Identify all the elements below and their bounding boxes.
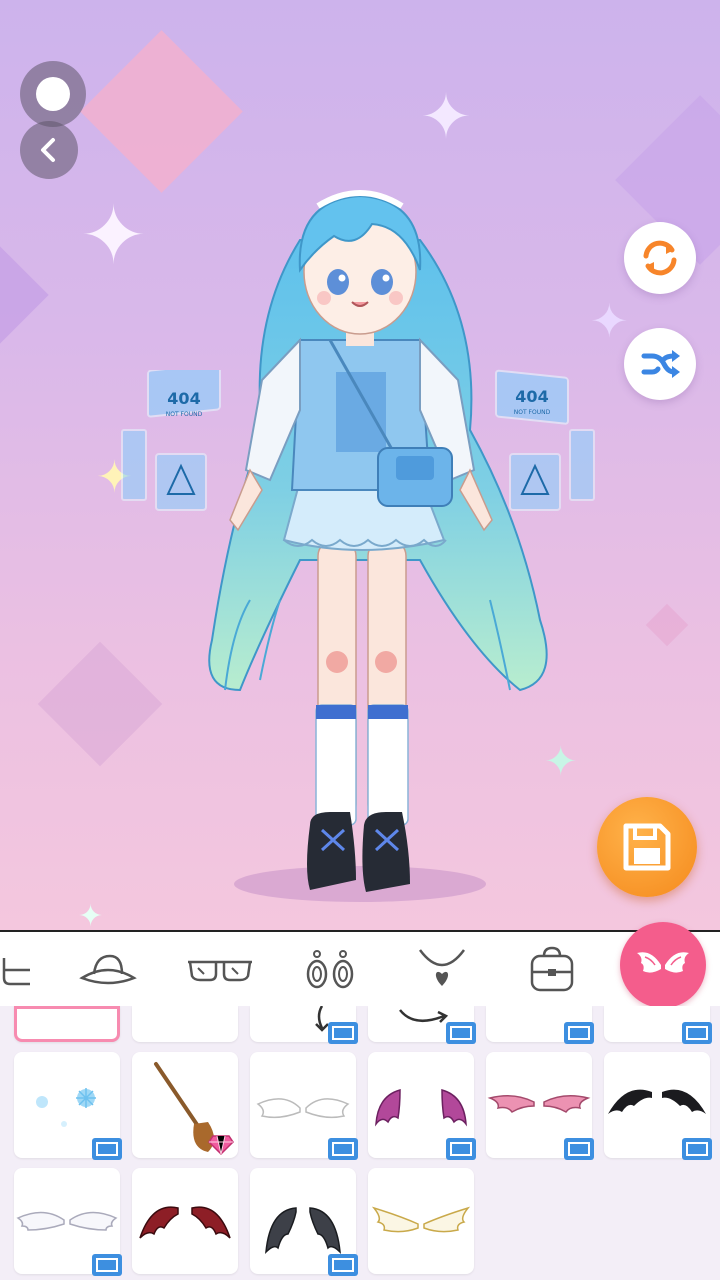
item-snowflakes[interactable] [14,1052,122,1160]
video-ad-icon [92,1254,122,1276]
item-slot[interactable] [604,1006,712,1044]
svg-text:NOT FOUND: NOT FOUND [166,411,203,418]
character-avatar [208,190,548,902]
video-ad-icon [564,1022,594,1044]
svg-text:404: 404 [515,387,548,406]
wings-icon [371,1206,471,1233]
category-glasses[interactable] [180,938,260,1002]
item-dark-feather-wings[interactable] [250,1168,358,1276]
video-ad-icon [446,1138,476,1160]
wings-icon [637,952,689,973]
shoe-icon [2,958,30,986]
category-wings-active[interactable] [620,922,706,1008]
category-toolbar [0,930,720,1009]
item-slot[interactable] [486,1006,594,1044]
back-button[interactable] [20,121,78,179]
svg-text:404: 404 [167,389,200,408]
item-white-wings-small[interactable] [250,1052,358,1160]
hat-icon [79,954,137,985]
svg-text:NOT FOUND: NOT FOUND [514,409,551,416]
refresh-button[interactable] [624,222,696,294]
item-pink-bat-wings[interactable] [486,1052,594,1160]
item-red-demon-wings[interactable] [132,1168,238,1274]
item-purple-bat-wings[interactable] [368,1052,476,1160]
item-black-bat-wings[interactable] [604,1052,712,1160]
video-ad-icon [682,1022,712,1044]
toggle-switch[interactable] [20,61,86,127]
category-bag[interactable] [512,938,592,1002]
item-slot[interactable] [132,1006,238,1042]
item-gold-angel-wings[interactable] [368,1168,474,1274]
video-ad-icon [682,1138,712,1160]
video-ad-icon [328,1022,358,1044]
backpack-icon [530,946,574,992]
shuffle-icon [641,350,680,378]
item-slot-selected[interactable] [14,1006,120,1042]
floppy-disk-icon [623,823,671,871]
item-broom[interactable] [132,1052,238,1158]
character-stage: ✦ ✦ ✦ ✦ ✦ ✦ 404 NOT FOUND 404 NOT FOUND [0,0,720,930]
glasses-icon [188,960,252,982]
shuffle-button[interactable] [624,328,696,400]
video-ad-icon [328,1138,358,1160]
toggle-knob [36,77,70,111]
item-slot[interactable] [368,1006,476,1044]
category-shoe[interactable] [0,938,40,1002]
item-white-feather-wings[interactable] [14,1168,122,1276]
video-ad-icon [446,1022,476,1044]
video-ad-icon [564,1138,594,1160]
category-hat[interactable] [68,938,148,1002]
video-ad-icon [92,1138,122,1160]
holo-sign-left: 404 NOT FOUND [121,370,221,511]
category-earrings[interactable] [290,938,370,1002]
necklace-icon [418,949,466,986]
video-ad-icon [328,1254,358,1276]
chevron-left-icon [41,138,55,162]
earrings-icon [306,950,354,989]
item-grid [0,1006,720,1280]
bat-wings-icon [139,1206,231,1239]
item-slot[interactable] [250,1006,358,1044]
save-button[interactable] [597,797,697,897]
category-necklace[interactable] [402,938,482,1002]
refresh-icon [643,240,677,276]
holo-sign-right: 404 NOT FOUND [495,369,595,511]
gem-icon [208,1135,234,1156]
